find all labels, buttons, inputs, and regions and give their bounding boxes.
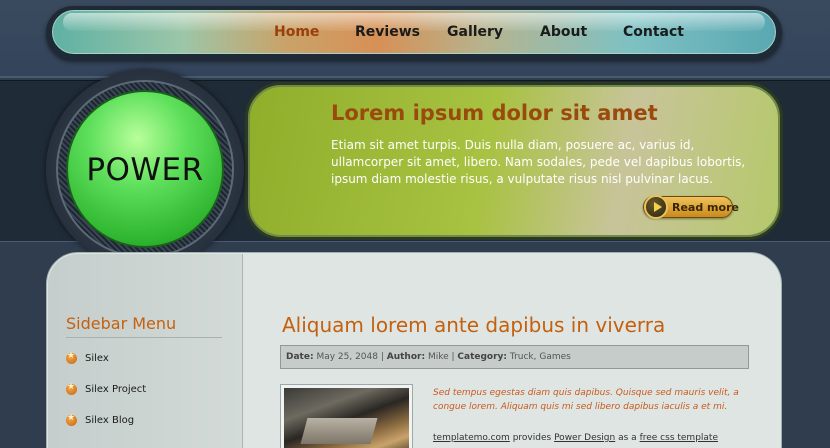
sidebar-item-silex-blog[interactable]: Silex Blog <box>66 413 134 426</box>
power-logo[interactable]: POWER <box>66 90 224 248</box>
templatemo-link[interactable]: templatemo.com <box>433 433 510 443</box>
read-more-label[interactable]: Read more <box>672 201 739 214</box>
star-bullet-icon <box>66 351 77 364</box>
post-credit: templatemo.com provides Power Design as … <box>433 431 749 445</box>
date-label: Date: <box>286 352 314 362</box>
logo-text: POWER <box>86 152 204 188</box>
category-label: Category: <box>457 352 508 362</box>
post-thumbnail <box>280 384 413 448</box>
sidebar-item-label[interactable]: Silex Blog <box>85 415 134 426</box>
banner-text: Etiam sit amet turpis. Duis nulla diam, … <box>331 138 746 186</box>
sidebar-item-label[interactable]: Silex <box>85 353 109 364</box>
nav-about[interactable]: About <box>540 24 587 40</box>
credit-provides: provides <box>512 433 552 443</box>
nav-reviews[interactable]: Reviews <box>355 24 420 40</box>
post-intro: Sed tempus egestas diam quis dapibus. Qu… <box>433 388 739 412</box>
power-design-link[interactable]: Power Design <box>554 433 615 443</box>
sidebar-item-label[interactable]: Silex Project <box>85 384 146 395</box>
nav-home[interactable]: Home <box>274 24 319 40</box>
post-date: May 25, 2048 <box>316 352 378 362</box>
play-icon[interactable] <box>644 195 668 219</box>
sidebar-item-silex[interactable]: Silex <box>66 351 109 364</box>
sidebar-title: Sidebar Menu <box>66 314 177 333</box>
banner-title: Lorem ipsum dolor sit amet <box>331 101 658 125</box>
sidebar-divider <box>66 337 222 338</box>
credit-as-a: as a <box>618 433 637 443</box>
nav-gallery[interactable]: Gallery <box>447 24 503 40</box>
free-css-template-link[interactable]: free css template <box>640 433 718 443</box>
author-label: Author: <box>386 352 426 362</box>
sidebar-item-silex-project[interactable]: Silex Project <box>66 382 146 395</box>
nav-contact[interactable]: Contact <box>623 24 684 40</box>
post-author: Mike <box>427 352 449 362</box>
post-title: Aliquam lorem ante dapibus in viverra <box>282 313 666 337</box>
star-bullet-icon <box>66 382 77 395</box>
post-category: Truck, Games <box>509 352 571 362</box>
star-bullet-icon <box>66 413 77 426</box>
post-meta: Date: May 25, 2048 | Author: Mike | Cate… <box>280 345 749 369</box>
